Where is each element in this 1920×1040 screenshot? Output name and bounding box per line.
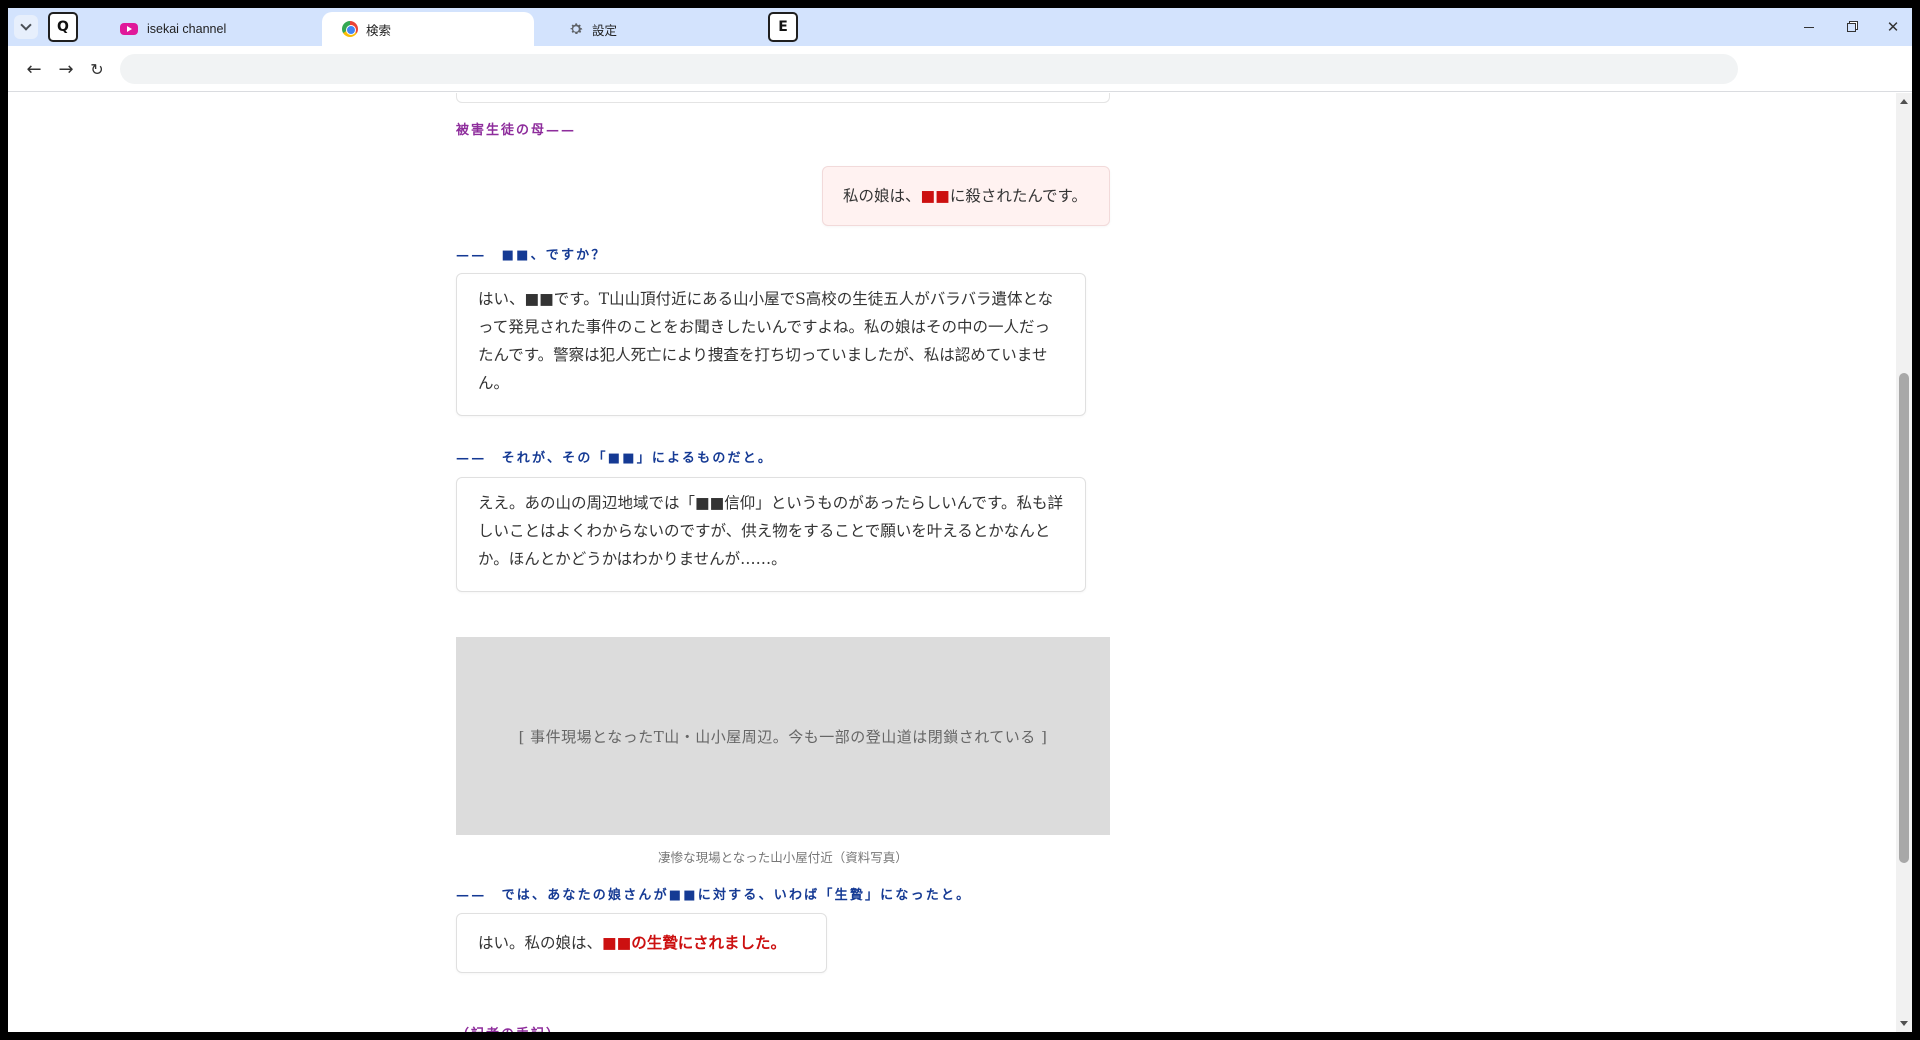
key-badge-e: E xyxy=(768,12,798,42)
address-bar[interactable] xyxy=(120,54,1738,84)
tab-label: 設定 xyxy=(592,23,618,38)
tab-search-button[interactable] xyxy=(14,15,38,39)
mother-statement-bubble: 私の娘は、■■に殺されたんです。 xyxy=(822,166,1110,226)
emphasis-text: ■■の生贄にされました。 xyxy=(602,933,786,952)
browser-toolbar: ← → ↻ xyxy=(8,46,1912,92)
restore-button[interactable] xyxy=(1840,16,1862,38)
answer-text: はい。私の娘は、 xyxy=(478,934,603,952)
vertical-scrollbar[interactable] xyxy=(1896,93,1912,1032)
tab-label: isekai channel xyxy=(147,22,227,36)
previous-card xyxy=(456,93,1110,103)
minimize-button[interactable] xyxy=(1798,16,1820,38)
chevron-down-icon xyxy=(20,19,32,31)
photo-caption: 凄惨な現場となった山小屋付近（資料写真） xyxy=(658,850,908,865)
restore-icon xyxy=(1846,22,1856,32)
scroll-thumb[interactable] xyxy=(1899,373,1909,863)
close-button[interactable]: ✕ xyxy=(1882,16,1904,38)
notes-heading: （記者の手記） xyxy=(456,1023,561,1032)
answer-bubble: はい、■■です。T山山頂付近にある山小屋でS高校の生徒五人がバラバラ遺体となって… xyxy=(456,273,1086,416)
tab-isekai-channel[interactable]: isekai channel xyxy=(114,12,324,46)
question-heading: —— それが、その「■■」によるものだと。 xyxy=(456,451,774,466)
question-heading: —— では、あなたの娘さんが■■に対する、いわば「生贄」になったと。 xyxy=(456,888,972,903)
back-button[interactable]: ← xyxy=(22,57,46,81)
gear-icon xyxy=(568,21,584,37)
answer-bubble: はい。私の娘は、■■の生贄にされました。 xyxy=(456,913,827,973)
tab-settings[interactable]: 設定 xyxy=(568,12,768,46)
reload-button[interactable]: ↻ xyxy=(85,57,109,81)
tab-label: 検索 xyxy=(366,23,392,38)
page-viewport: 被害生徒の母—— 私の娘は、■■に殺されたんです。 —— ■■、ですか？ はい、… xyxy=(8,93,1912,1032)
redacted-text: ■■ xyxy=(920,187,950,205)
speaker-label: 被害生徒の母—— xyxy=(456,123,577,138)
scroll-down-arrow-icon[interactable] xyxy=(1900,1021,1908,1026)
scroll-up-arrow-icon[interactable] xyxy=(1900,99,1908,104)
chrome-icon xyxy=(342,21,358,37)
photo-placeholder: [ 事件現場となったT山・山小屋周辺。今も一部の登山道は閉鎖されている ] xyxy=(456,637,1110,835)
tab-search[interactable]: 検索 xyxy=(322,12,534,46)
question-heading: —— ■■、ですか？ xyxy=(456,248,607,263)
browser-window: Q isekai channel 検索 設定 E ✕ ← → ↻ 被害生徒の母—… xyxy=(8,8,1912,1032)
answer-bubble: ええ。あの山の周辺地域では「■■信仰」というものがあったらしいんです。私も詳しい… xyxy=(456,477,1086,592)
forward-button[interactable]: → xyxy=(54,57,78,81)
statement-text: 私の娘は、 xyxy=(843,187,921,205)
tab-strip: Q isekai channel 検索 設定 E ✕ xyxy=(8,8,1912,46)
key-badge-q: Q xyxy=(48,12,78,42)
youtube-icon xyxy=(120,23,138,35)
statement-text: に殺されたんです。 xyxy=(949,187,1087,205)
minimize-icon xyxy=(1804,26,1814,28)
